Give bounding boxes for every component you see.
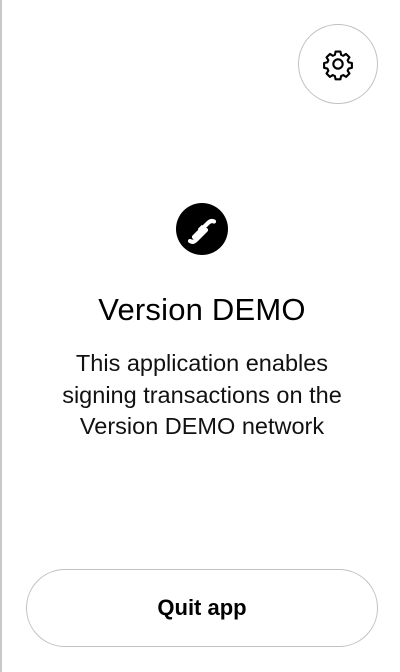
description-line: Version DEMO network [79,413,325,439]
quit-app-button[interactable]: Quit app [26,569,378,647]
app-description: This application enables signing transac… [32,348,372,443]
home-screen: Version DEMO This application enables si… [0,0,400,672]
description-line: signing transactions on the [62,381,342,408]
gear-icon [323,50,353,81]
description-line: This application enables [75,350,329,376]
settings-button[interactable] [298,24,378,104]
flow-logo-icon [176,203,228,255]
app-title: Version DEMO [98,292,306,327]
